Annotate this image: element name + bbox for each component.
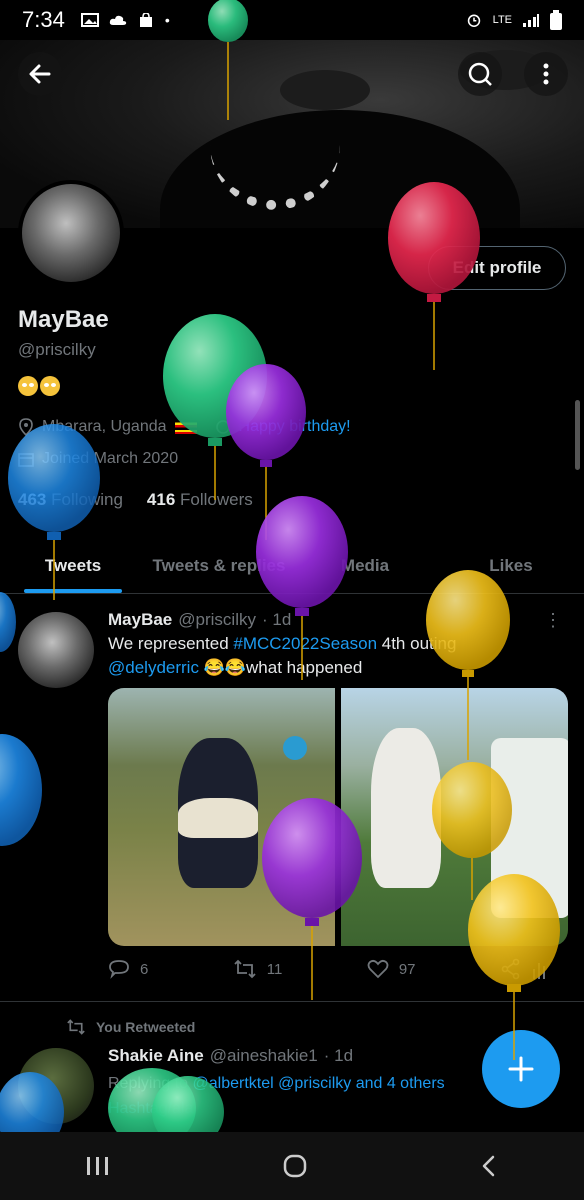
banner-eye-left <box>280 70 370 110</box>
edit-profile-button[interactable]: Edit profile <box>428 246 566 290</box>
followers-count: 416 <box>146 490 176 509</box>
tweet-header: Shakie Aine @aineshakie1 · 1d <box>108 1046 353 1066</box>
tweet-display-name[interactable]: Shakie Aine <box>108 1046 204 1066</box>
profile-tabs: Tweets Tweets & replies Media Likes <box>0 538 584 594</box>
photo-person <box>371 728 441 888</box>
dot-icon: • <box>164 12 170 28</box>
tweet-avatar[interactable] <box>18 1048 94 1124</box>
network-type: LTE <box>492 14 512 26</box>
following-count: 463 <box>18 490 47 509</box>
battery-icon <box>550 10 562 30</box>
cloud-icon <box>109 15 127 25</box>
location-text: Mbarara, Uganda <box>42 418 167 435</box>
tweet-media[interactable] <box>108 688 568 946</box>
back-nav-icon[interactable] <box>479 1154 499 1178</box>
arrow-left-icon <box>29 64 51 84</box>
like-button[interactable]: 97 <box>367 958 416 980</box>
photo-skirt <box>178 798 258 838</box>
signal-icon <box>523 14 539 27</box>
tweet-handle: @aineshakie1 <box>209 1046 318 1065</box>
recent-apps-icon[interactable] <box>85 1154 111 1178</box>
tweet-time: · 1d <box>261 610 292 629</box>
gallery-icon <box>80 13 99 27</box>
retweet-button[interactable]: 11 <box>233 958 283 980</box>
joined-text: Joined March 2020 <box>42 450 179 467</box>
profile-meta-joined: Joined March 2020 <box>18 450 178 468</box>
home-icon[interactable] <box>282 1153 308 1179</box>
rolling-eyes-emoji-icon <box>40 376 60 396</box>
tweet-photo-1[interactable] <box>108 688 335 946</box>
reply-count: 6 <box>140 960 149 978</box>
balloon-green <box>163 314 267 500</box>
following-link[interactable]: 463 Following <box>18 490 123 510</box>
share-icon <box>501 958 520 980</box>
replying-to-links[interactable]: @albertktel @priscilky and 4 others <box>193 1075 445 1092</box>
profile-name: MayBae <box>18 306 109 333</box>
tweet-text: We represented #MCC2022Season 4th outing… <box>108 632 548 680</box>
location-pin-icon <box>19 418 33 436</box>
photo-hat <box>283 736 307 760</box>
tweet-text-end: 😂😂what happened <box>198 658 363 677</box>
following-label: Following <box>51 490 123 509</box>
link-icon <box>215 420 230 434</box>
profile-meta-location: Mbarara, Uganda Happy birthday! <box>18 418 351 436</box>
hashtag-link[interactable]: #MCC2022Season <box>233 634 377 653</box>
tab-tweets-and-replies[interactable]: Tweets & replies <box>146 538 292 593</box>
plus-icon <box>508 1056 534 1082</box>
search-icon <box>468 62 492 86</box>
photo-tent <box>491 738 568 918</box>
tweet-more-icon[interactable]: ⋮ <box>544 610 562 631</box>
followers-label: Followers <box>180 490 253 509</box>
website-link[interactable]: Happy birthday! <box>239 418 351 436</box>
reply-button[interactable]: 6 <box>108 958 148 980</box>
retweet-indicator: You Retweeted <box>66 1018 195 1036</box>
retweet-count: 11 <box>266 960 283 978</box>
retweet-icon <box>234 959 256 979</box>
tweet-photo-2[interactable] <box>341 688 568 946</box>
bio-emojis <box>18 376 60 396</box>
rolling-eyes-emoji-icon <box>18 376 38 396</box>
android-nav-bar <box>0 1132 584 1200</box>
compose-tweet-button[interactable] <box>482 1030 560 1108</box>
profile-avatar[interactable] <box>18 180 124 286</box>
retweet-icon <box>67 1019 85 1035</box>
back-button[interactable] <box>18 52 62 96</box>
bag-icon <box>139 13 152 27</box>
heart-icon <box>367 959 389 979</box>
replying-to: Replying to @albertktel @priscilky and 4… <box>108 1072 488 1096</box>
tweet-avatar[interactable] <box>18 612 94 688</box>
tweet-text-post: 4th outing <box>377 634 457 653</box>
tweet-text-pre: We represented <box>108 634 234 653</box>
balloon-purple <box>226 364 306 540</box>
tab-likes[interactable]: Likes <box>438 538 584 593</box>
analytics-icon[interactable] <box>532 959 548 979</box>
search-button[interactable] <box>458 52 502 96</box>
like-count: 97 <box>398 960 416 978</box>
tweet-handle: @priscilky <box>178 610 256 629</box>
alarm-icon <box>467 14 480 27</box>
tweet[interactable]: MayBae @priscilky · 1d ⋮ We represented … <box>0 596 584 1002</box>
followers-link[interactable]: 416 Followers <box>147 490 253 510</box>
reply-icon <box>109 960 129 979</box>
share-button[interactable] <box>500 958 548 980</box>
tab-media[interactable]: Media <box>292 538 438 593</box>
tweet-header: MayBae @priscilky · 1d <box>108 610 291 630</box>
scrollbar[interactable] <box>575 400 580 470</box>
tweet-time: · 1d <box>323 1046 354 1065</box>
vertical-dots-icon <box>543 63 549 85</box>
replying-to-label: Replying to <box>108 1075 193 1092</box>
tab-tweets[interactable]: Tweets <box>0 538 146 593</box>
mention-link[interactable]: @delyderric <box>108 658 199 677</box>
follow-counts: 463 Following 416 Followers <box>18 490 253 510</box>
more-button[interactable] <box>524 52 568 96</box>
retweet-label: You Retweeted <box>96 1019 196 1035</box>
calendar-icon <box>18 453 34 467</box>
uganda-flag-icon <box>174 420 197 434</box>
tweet-text: Hashtag/ala <box>108 1100 194 1117</box>
tweet-actions: 6 11 97 <box>108 958 548 980</box>
clock: 7:34 <box>22 7 65 32</box>
status-bar: 7:34 • LTE <box>0 0 584 40</box>
tweet-display-name[interactable]: MayBae <box>108 610 172 630</box>
profile-handle: @priscilky <box>18 340 96 359</box>
